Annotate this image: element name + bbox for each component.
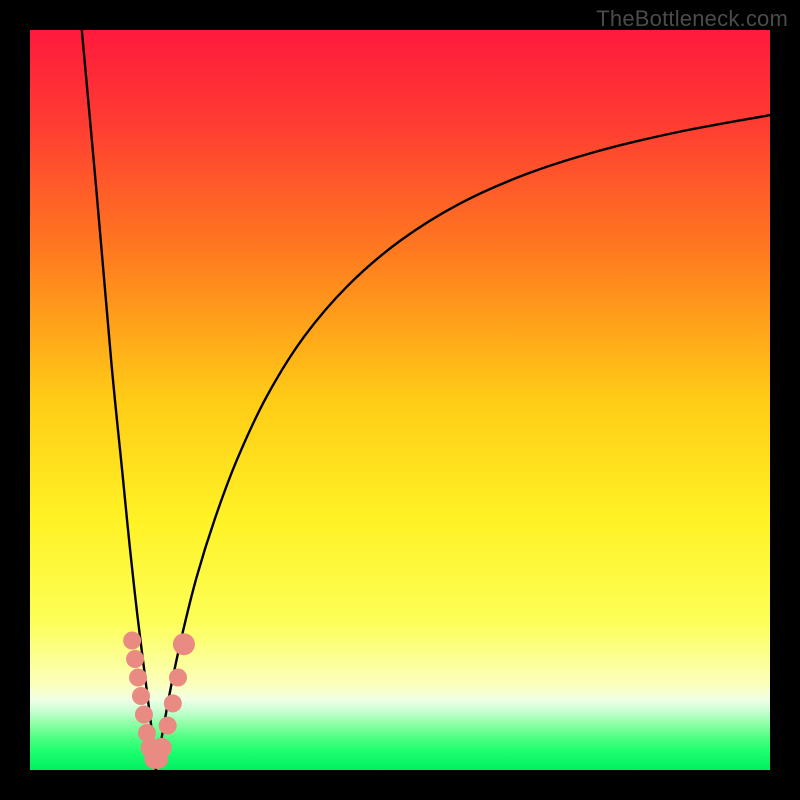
data-point [123, 632, 141, 650]
data-point [132, 687, 150, 705]
data-point [169, 669, 187, 687]
data-point [135, 706, 153, 724]
watermark-text: TheBottleneck.com [596, 6, 788, 32]
data-point [152, 738, 172, 758]
data-point [159, 717, 177, 735]
data-point-cluster [30, 30, 770, 770]
data-point [129, 669, 147, 687]
plot-area [30, 30, 770, 770]
data-point [173, 633, 195, 655]
chart-frame: TheBottleneck.com [0, 0, 800, 800]
data-point [126, 650, 144, 668]
data-point [164, 694, 182, 712]
